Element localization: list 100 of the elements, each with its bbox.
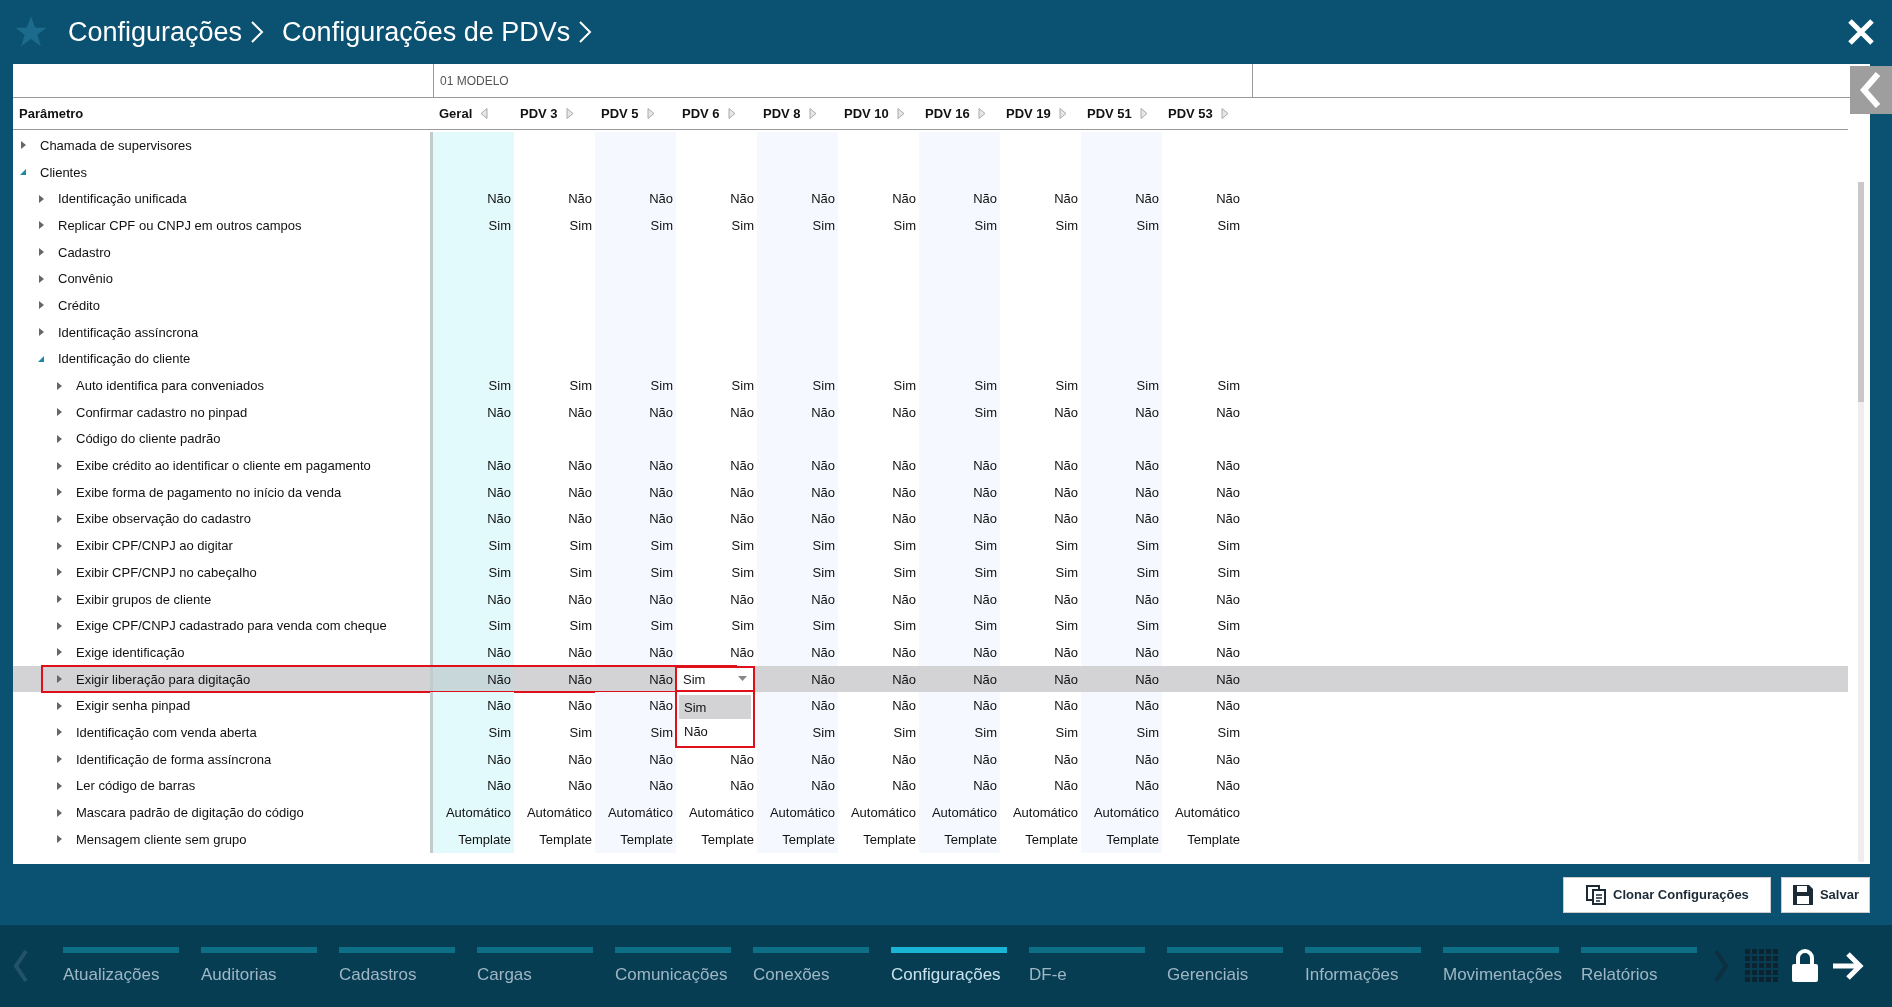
- nav-tab[interactable]: Informações: [1305, 947, 1421, 985]
- breadcrumb-link[interactable]: Configurações de PDVs: [282, 16, 571, 48]
- table-row[interactable]: Replicar CPF ou CNPJ em outros campos Sim Sim Sim Sim Sim Sim Sim Sim Sim Sim: [13, 212, 1848, 239]
- column-header[interactable]: PDV 19: [1006, 106, 1051, 121]
- value-text: Sim: [1136, 618, 1159, 634]
- expand-triangle-icon[interactable]: [55, 434, 63, 443]
- table-row[interactable]: Exibir CPF/CNPJ ao digitar Sim Sim Sim Sim Sim Sim Sim Sim Sim Sim: [13, 532, 1848, 559]
- nav-tab[interactable]: Auditorias: [201, 947, 317, 985]
- table-row[interactable]: Confirmar cadastro no pinpad Não Não Não Não Não Não Sim Não Não Não: [13, 398, 1848, 426]
- value-text: Sim: [812, 724, 835, 740]
- dropdown-option[interactable]: Não: [679, 719, 751, 744]
- value-text: Não: [1135, 644, 1159, 660]
- expand-triangle-icon[interactable]: [37, 328, 45, 337]
- column-header[interactable]: PDV 51: [1087, 106, 1132, 121]
- table-row[interactable]: Exibir CPF/CNPJ no cabeçalho Sim Sim Sim Sim Sim Sim Sim Sim Sim Sim: [13, 559, 1848, 586]
- lock-icon[interactable]: [1791, 949, 1819, 983]
- breadcrumb-link[interactable]: Configurações: [68, 16, 243, 48]
- expand-triangle-icon[interactable]: [37, 221, 45, 230]
- expand-triangle-icon[interactable]: [55, 675, 63, 684]
- value-text: Não: [811, 191, 835, 207]
- expand-triangle-icon[interactable]: [55, 701, 63, 710]
- table-row[interactable]: Exibe observação do cadastro Não Não Não Não Não Não Não Não Não Não: [13, 505, 1848, 533]
- expand-triangle-icon[interactable]: [55, 621, 63, 630]
- expand-triangle-icon[interactable]: [37, 194, 45, 203]
- column-header[interactable]: PDV 53: [1168, 106, 1213, 121]
- expand-triangle-icon[interactable]: [37, 248, 45, 257]
- expand-triangle-icon[interactable]: [55, 781, 63, 790]
- group-label: 01 MODELO: [440, 73, 509, 88]
- value-text: Não: [811, 458, 835, 474]
- expand-triangle-icon[interactable]: [55, 488, 63, 497]
- value-text: Não: [487, 404, 511, 420]
- nav-tab[interactable]: Atualizações: [63, 947, 179, 985]
- expand-triangle-icon[interactable]: [55, 541, 63, 550]
- value-text: Sim: [1217, 217, 1240, 233]
- table-row[interactable]: Mascara padrão de digitação do código Automático Automático Automático Automático Automático Automático Automático Automático Automático Automático: [13, 799, 1848, 826]
- expand-triangle-icon[interactable]: [55, 648, 63, 657]
- table-row[interactable]: Exibe forma de pagamento no início da venda Não Não Não Não Não Não Não Não Não Não: [13, 478, 1848, 506]
- save-button[interactable]: Salvar: [1780, 876, 1870, 913]
- expand-triangle-icon[interactable]: [55, 381, 63, 390]
- column-header[interactable]: PDV 8: [763, 106, 801, 121]
- parameter-label: Identificação unificada: [58, 191, 187, 207]
- expand-triangle-icon[interactable]: [55, 595, 63, 604]
- collapse-triangle-icon[interactable]: [37, 354, 45, 363]
- table-row[interactable]: Exibir grupos de cliente Não Não Não Não Não Não Não Não Não Não: [13, 585, 1848, 613]
- table-row[interactable]: Ler código de barras Não Não Não Não Não Não Não Não Não Não: [13, 772, 1848, 800]
- expand-triangle-icon[interactable]: [37, 301, 45, 310]
- expand-triangle-icon[interactable]: [55, 461, 63, 470]
- column-header[interactable]: PDV 10: [844, 106, 889, 121]
- parameter-label: Mascara padrão de digitação do código: [76, 805, 304, 821]
- expand-triangle-icon[interactable]: [55, 835, 63, 844]
- clone-button[interactable]: Clonar Configurações: [1562, 876, 1771, 913]
- table-row[interactable]: Identificação unificada Não Não Não Não Não Não Não Não Não Não: [13, 185, 1848, 213]
- nav-tab[interactable]: Comunicações: [615, 947, 731, 985]
- expand-triangle-icon[interactable]: [37, 274, 45, 283]
- table-row[interactable]: Clientes: [13, 158, 1848, 186]
- column-header[interactable]: PDV 6: [682, 106, 720, 121]
- column-header[interactable]: PDV 16: [925, 106, 970, 121]
- table-row[interactable]: Chamada de supervisores: [13, 132, 1848, 159]
- arrow-right-icon[interactable]: [1831, 951, 1865, 981]
- expand-triangle-icon[interactable]: [55, 808, 63, 817]
- table-row[interactable]: Exige CPF/CNPJ cadastrado para venda com cheque Sim Sim Sim Sim Sim Sim Sim Sim Sim Sim: [13, 612, 1848, 640]
- nav-tab[interactable]: Cargas: [477, 947, 593, 985]
- expand-triangle-icon[interactable]: [55, 568, 63, 577]
- expand-triangle-icon[interactable]: [55, 728, 63, 737]
- value-text: Não: [1135, 484, 1159, 500]
- table-row[interactable]: Exige identificação Não Não Não Não Não Não Não Não Não Não: [13, 639, 1848, 666]
- column-header[interactable]: PDV 5: [601, 106, 639, 121]
- value-text: Não: [811, 751, 835, 767]
- table-row[interactable]: Cadastro: [13, 238, 1848, 266]
- nav-tab[interactable]: Cadastros: [339, 947, 455, 985]
- table-row[interactable]: Convênio: [13, 265, 1848, 293]
- column-header[interactable]: Geral: [439, 106, 473, 121]
- expand-triangle-icon[interactable]: [55, 514, 63, 523]
- nav-tab[interactable]: Conexões: [753, 947, 869, 985]
- expand-triangle-icon[interactable]: [19, 141, 27, 150]
- nav-tab[interactable]: Gerenciais: [1167, 947, 1283, 985]
- table-row[interactable]: Crédito: [13, 292, 1848, 319]
- value-text: Não: [1216, 778, 1240, 794]
- expand-triangle-icon[interactable]: [55, 755, 63, 764]
- table-row[interactable]: Mensagem cliente sem grupo Template Template Template Template Template Template Template Template Template Template: [13, 825, 1848, 853]
- value-text: Não: [487, 778, 511, 794]
- column-header[interactable]: PDV 3: [520, 106, 558, 121]
- value-text: Não: [973, 751, 997, 767]
- scrollbar[interactable]: [1858, 182, 1864, 862]
- table-row[interactable]: Identificação do cliente: [13, 345, 1848, 373]
- value-text: Não: [649, 751, 673, 767]
- nav-tab[interactable]: DF-e: [1029, 947, 1145, 985]
- nav-tab[interactable]: Configurações: [891, 947, 1007, 985]
- table-row[interactable]: Auto identifica para conveniados Sim Sim Sim Sim Sim Sim Sim Sim Sim Sim: [13, 372, 1848, 399]
- collapse-button[interactable]: [1850, 66, 1892, 114]
- table-row[interactable]: Código do cliente padrão: [13, 425, 1848, 453]
- value-text: Sim: [1217, 618, 1240, 634]
- table-row[interactable]: Identificação assíncrona: [13, 318, 1848, 346]
- nav-tab[interactable]: Relatórios: [1581, 947, 1697, 985]
- star-icon[interactable]: [14, 15, 48, 49]
- close-icon[interactable]: [1846, 17, 1876, 47]
- expand-triangle-icon[interactable]: [55, 408, 63, 417]
- dropdown-option[interactable]: Sim: [679, 695, 751, 720]
- collapse-triangle-icon[interactable]: [19, 168, 27, 177]
- table-row[interactable]: Exibe crédito ao identificar o cliente em pagamento Não Não Não Não Não Não Não Não Não Não: [13, 452, 1848, 479]
